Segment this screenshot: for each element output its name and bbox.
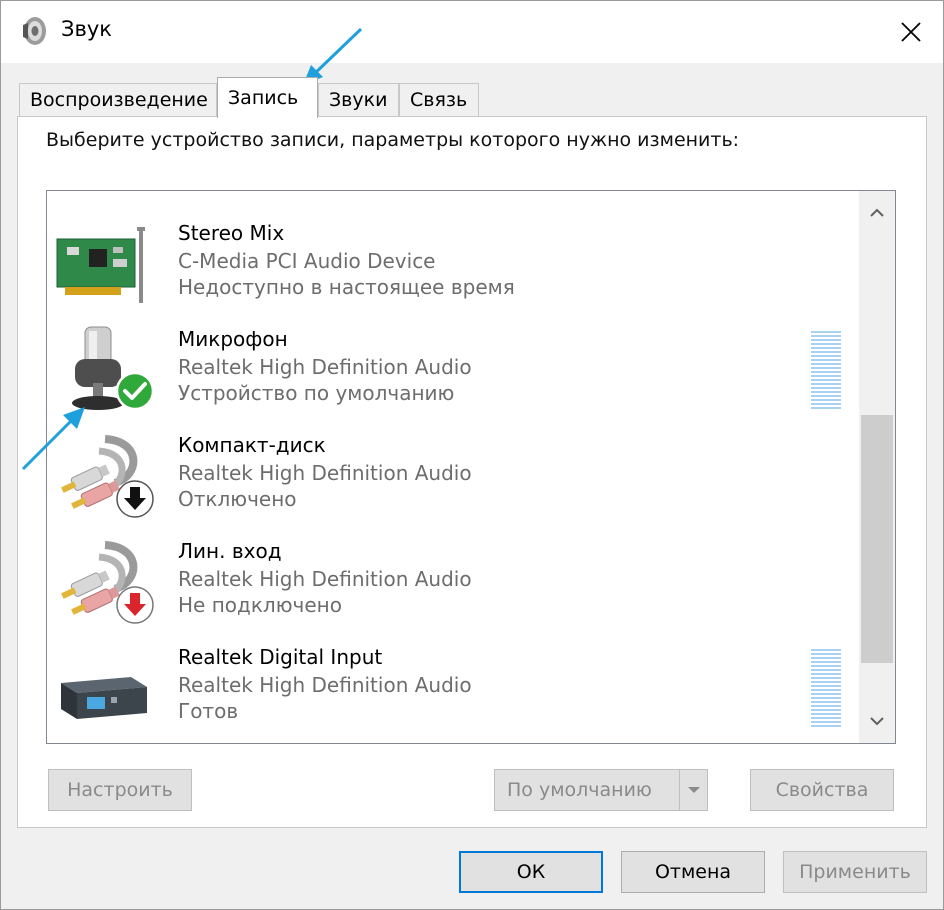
default-check-badge bbox=[115, 371, 155, 411]
close-icon bbox=[901, 22, 921, 42]
set-default-split-button[interactable]: По умолчанию bbox=[494, 769, 708, 811]
cancel-button[interactable]: Отмена bbox=[621, 851, 765, 893]
sound-card-icon bbox=[56, 227, 145, 303]
properties-button[interactable]: Свойства bbox=[750, 769, 894, 811]
device-driver: Realtek High Definition Audio bbox=[178, 673, 472, 697]
device-status: Готов bbox=[178, 699, 239, 723]
speaker-icon bbox=[23, 17, 46, 45]
device-status: Устройство по умолчанию bbox=[178, 381, 455, 405]
apply-button[interactable]: Применить bbox=[783, 851, 927, 893]
device-name: Realtek Digital Input bbox=[178, 645, 383, 669]
chevron-up-icon bbox=[870, 208, 884, 217]
device-name: Микрофон bbox=[178, 327, 288, 351]
tab-recording[interactable]: Запись bbox=[217, 77, 318, 118]
close-button[interactable] bbox=[879, 1, 943, 63]
device-status: Недоступно в настоящее время bbox=[178, 275, 515, 299]
set-default-label: По умолчанию bbox=[507, 779, 652, 801]
sound-dialog: Звук Воспроизведение Запись Звуки Связь … bbox=[0, 0, 944, 910]
level-meter bbox=[811, 649, 841, 727]
device-list[interactable]: Stereo Mix C-Media PCI Audio Device Недо… bbox=[46, 190, 896, 744]
tab-sounds[interactable]: Звуки bbox=[318, 83, 399, 117]
device-driver: C-Media PCI Audio Device bbox=[178, 249, 436, 273]
device-driver: Realtek High Definition Audio bbox=[178, 567, 472, 591]
device-item-digital-input[interactable]: Realtek Digital Input Realtek High Defin… bbox=[47, 633, 859, 739]
device-item-microphone[interactable]: Микрофон Realtek High Definition Audio У… bbox=[47, 315, 859, 421]
ok-button[interactable]: ОК bbox=[459, 851, 603, 893]
digital-input-box-icon bbox=[61, 677, 147, 719]
window-title: Звук bbox=[61, 17, 112, 41]
device-item-cd[interactable]: Компакт-диск Realtek High Definition Aud… bbox=[47, 421, 859, 527]
configure-button[interactable]: Настроить bbox=[48, 769, 192, 811]
level-meter bbox=[811, 331, 841, 409]
device-name: Компакт-диск bbox=[178, 433, 326, 457]
device-list-scrollbar[interactable] bbox=[859, 191, 895, 743]
device-name: Stereo Mix bbox=[178, 221, 285, 245]
scroll-down-button[interactable] bbox=[859, 703, 895, 739]
scrollbar-thumb[interactable] bbox=[861, 415, 893, 663]
unplugged-arrow-badge bbox=[116, 586, 154, 624]
device-item-stereo-mix[interactable]: Stereo Mix C-Media PCI Audio Device Недо… bbox=[47, 209, 859, 315]
scroll-up-button[interactable] bbox=[859, 195, 895, 231]
tab-playback[interactable]: Воспроизведение bbox=[19, 83, 217, 117]
device-item-line-in[interactable]: Лин. вход Realtek High Definition Audio … bbox=[47, 527, 859, 633]
device-name: Лин. вход bbox=[178, 539, 282, 563]
chevron-down-icon bbox=[687, 787, 700, 793]
recording-panel: Выберите устройство записи, параметры ко… bbox=[17, 116, 927, 828]
tab-communications[interactable]: Связь bbox=[399, 83, 479, 117]
instruction-text: Выберите устройство записи, параметры ко… bbox=[46, 129, 740, 151]
device-status: Не подключено bbox=[178, 593, 342, 617]
chevron-down-icon bbox=[870, 717, 884, 726]
device-status: Отключено bbox=[178, 487, 297, 511]
title-bar: Звук bbox=[1, 1, 943, 63]
set-default-dropdown[interactable] bbox=[679, 770, 707, 810]
device-driver: Realtek High Definition Audio bbox=[178, 355, 472, 379]
device-driver: Realtek High Definition Audio bbox=[178, 461, 472, 485]
disabled-arrow-badge bbox=[116, 480, 154, 518]
